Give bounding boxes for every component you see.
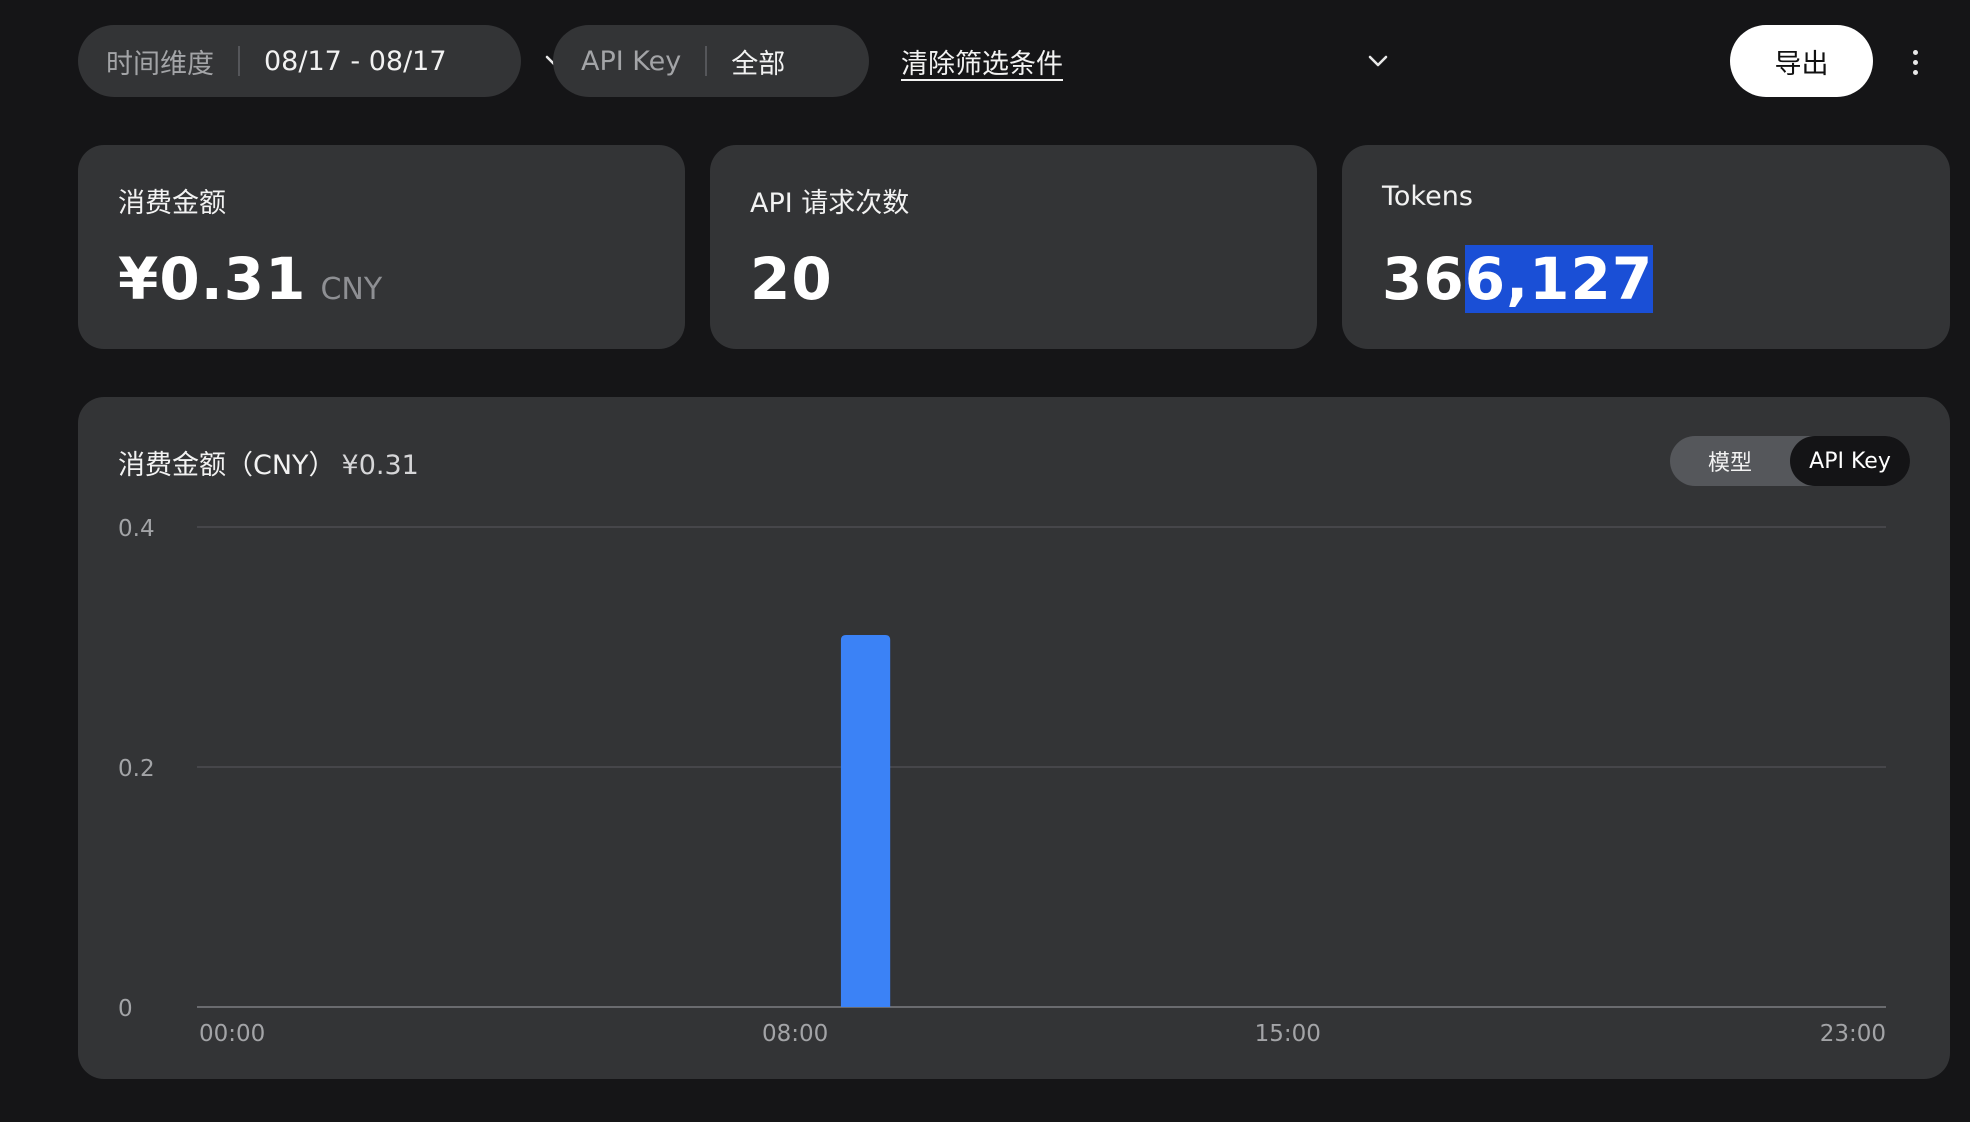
tokens-stat-value-row: 36 6,127 xyxy=(1382,245,1654,313)
y-tick-label: 0 xyxy=(118,996,133,1022)
time-range-filter[interactable]: 时间维度 08/17 - 08/17 xyxy=(78,25,565,97)
api-key-filter-label: API Key xyxy=(581,45,682,77)
requests-stat-value: 20 xyxy=(750,245,833,313)
time-filter-value: 08/17 - 08/17 xyxy=(264,45,447,77)
x-tick-label: 23:00 xyxy=(1820,1021,1886,1047)
api-key-filter[interactable]: API Key 全部 xyxy=(553,25,1388,97)
more-options-icon[interactable] xyxy=(1900,44,1930,80)
cost-stat-label: 消费金额 xyxy=(118,188,226,219)
requests-stat-label: API 请求次数 xyxy=(750,188,910,219)
cost-stat-value-row: ¥0.31 CNY xyxy=(118,245,382,313)
dot xyxy=(1912,49,1918,55)
y-tick-label: 0.2 xyxy=(118,756,155,782)
dot xyxy=(1912,69,1918,75)
requests-stat-card: API 请求次数 20 xyxy=(710,145,1317,349)
cost-stat-unit: CNY xyxy=(320,272,383,307)
y-tick-label: 0.4 xyxy=(118,516,155,542)
filter-divider xyxy=(238,46,240,76)
dot xyxy=(1912,59,1918,65)
tokens-stat-label: Tokens xyxy=(1382,181,1473,212)
tokens-stat-value-selected: 6,127 xyxy=(1464,245,1654,313)
export-button[interactable]: 导出 xyxy=(1730,25,1873,97)
cost-stat-value: ¥0.31 xyxy=(118,245,307,313)
tokens-stat-value: 36 xyxy=(1382,245,1465,313)
cost-bar-chart: 0 0.2 0.4 00:00 08:00 15:00 23:00 xyxy=(118,516,1886,1047)
bar-09:00 xyxy=(840,635,891,1007)
x-tick-label: 00:00 xyxy=(199,1021,265,1047)
requests-stat-value-row: 20 xyxy=(750,245,833,313)
cost-stat-card: 消费金额 ¥0.31 CNY xyxy=(78,145,685,349)
chevron-down-icon xyxy=(1368,55,1388,67)
filter-divider xyxy=(705,46,708,76)
api-key-filter-value: 全部 xyxy=(731,48,786,80)
x-tick-label: 08:00 xyxy=(762,1021,828,1047)
clear-filters-link[interactable]: 清除筛选条件 xyxy=(901,42,1063,81)
x-tick-label: 15:00 xyxy=(1255,1021,1321,1047)
cost-chart-card: 消费金额（CNY） ¥0.31 模型 API Key 0 0.2 0.4 00:00 08… xyxy=(78,397,1950,1079)
time-filter-label: 时间维度 xyxy=(106,48,214,80)
tokens-stat-card: Tokens 36 6,127 xyxy=(1342,145,1950,349)
filter-bar: 时间维度 08/17 - 08/17 API Key 全部 清除筛选条件 导出 xyxy=(0,0,1970,120)
